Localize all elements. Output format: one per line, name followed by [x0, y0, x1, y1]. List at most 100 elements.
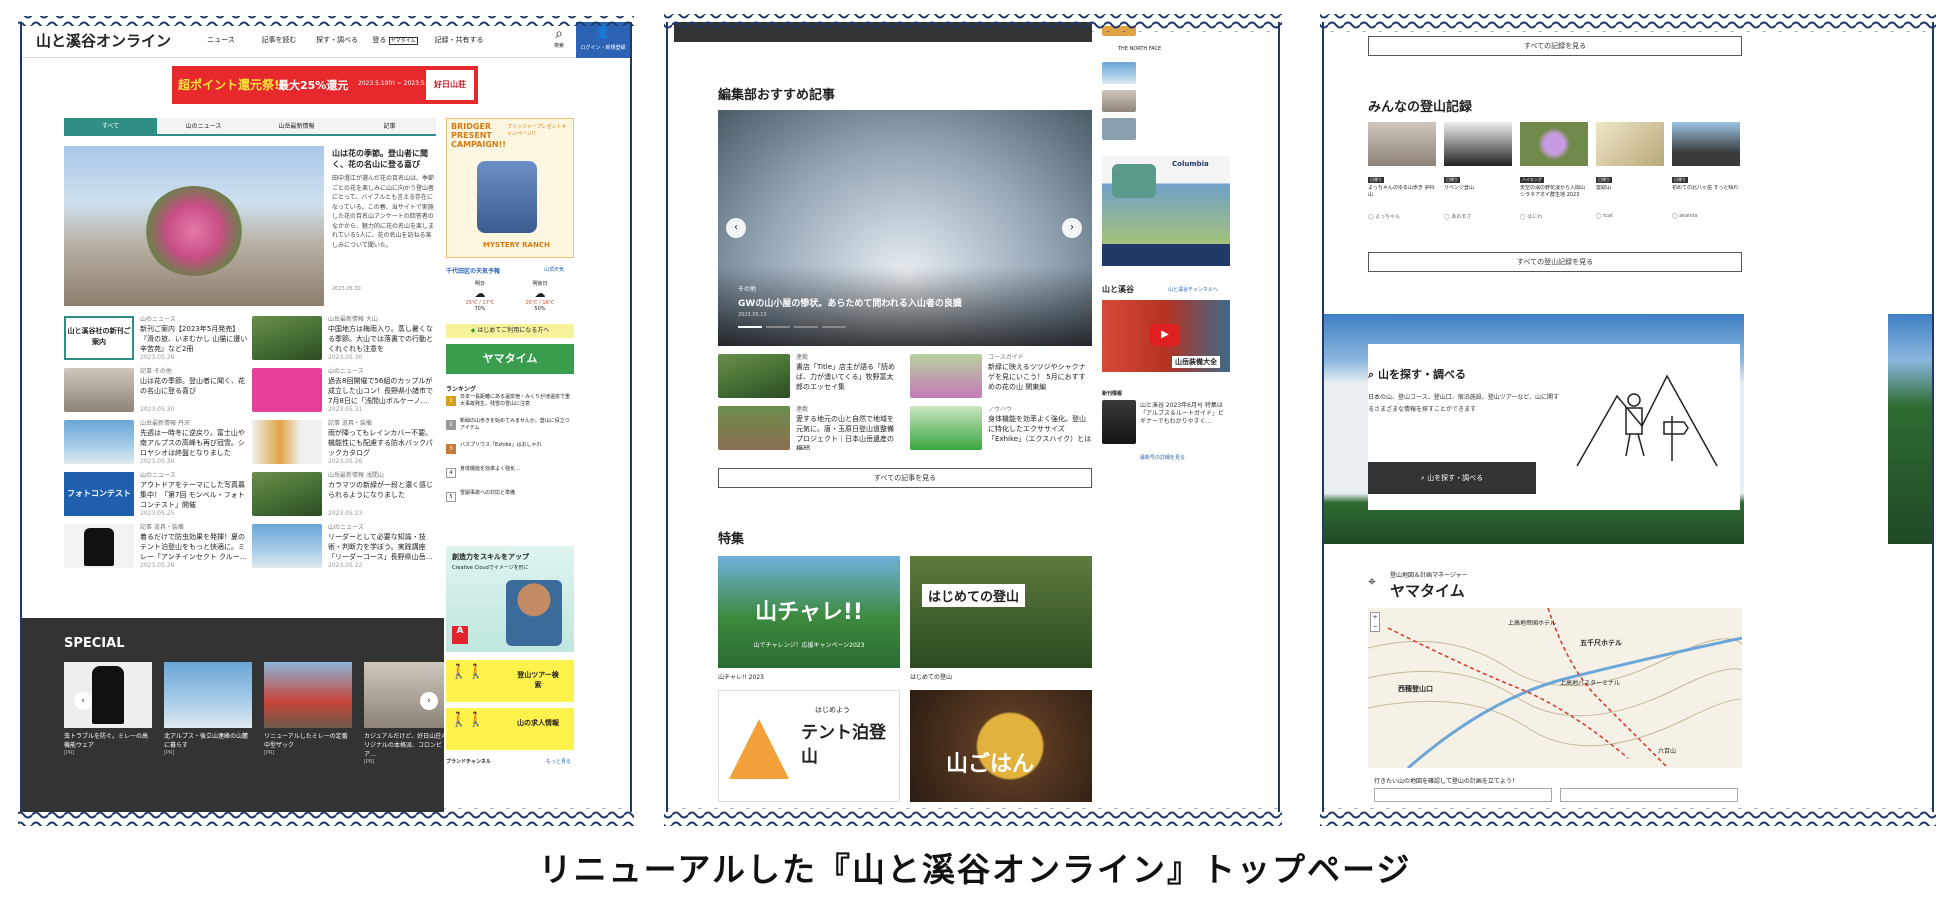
tour-search-banner[interactable]: 🚶🚶 登山ツアー検索 — [446, 660, 574, 702]
ad-thumb[interactable] — [1102, 26, 1136, 36]
hero-title[interactable]: 山は花の季節。登山者に聞く、花の名山に登る喜び — [332, 148, 436, 170]
slide-dot[interactable] — [766, 326, 790, 328]
nav-read[interactable]: 記事を読む — [250, 35, 308, 45]
news-item[interactable]: 記事 道具・装備 着るだけで防虫効果を発揮！夏のテント泊登山をもっと快適に。ミレ… — [64, 524, 249, 572]
hero-prev-button[interactable]: ‹ — [726, 218, 746, 238]
feature-card[interactable]: はじめての登山 はじめての登山 — [910, 556, 1092, 681]
news-item[interactable]: 山岳最新情報 大山 中国地方は梅雨入り。蒸し暑くなる季節。大山では落書での行動と… — [252, 316, 437, 364]
article-item[interactable]: コースガイド 新緑に映えるツツジやシャクナゲを見にいこう！ 5月におすすめの花の… — [910, 354, 1094, 400]
news-item[interactable]: フォトコンテスト 山のニュース アウトドアをテーマにした写真募集中！「第7回 モ… — [64, 472, 249, 520]
record-card[interactable]: ハイキング 天空の湯の野花漢から入間山 シラネアオイ群生地 2023 ◯ はにわ — [1520, 122, 1588, 220]
news-item[interactable]: 記事 その他 山は花の季節。登山者に聞く、花の名山に登る喜び 2023.05.3… — [64, 368, 249, 416]
see-all-articles-button[interactable]: すべての記事を見る — [718, 468, 1092, 488]
nav-news[interactable]: ニュース — [192, 35, 250, 45]
special-card[interactable]: カジュアルだけど、好日山荘オリジナルの本格派、コロンビア… [PR] — [364, 662, 444, 765]
ranking-item[interactable]: 1 日本一長距離にある温泉宿・みくりが池温泉で重大事故発生。残雪の雪山に注意 — [446, 394, 574, 418]
bridger-ad[interactable]: BRIDGER PRESENT CAMPAIGN!! ブリッジャープレゼントキャ… — [446, 118, 574, 258]
special-card[interactable]: リニューアルしたミレーの定番中型ザック [PR] — [264, 662, 352, 756]
topo-map[interactable]: 五千尺ホテル 上高地バスターミナル 西穂登山口 上高地帝国ホテル 六百山 + − — [1368, 608, 1742, 768]
channel-link[interactable]: 山と溪谷チャンネルへ — [1168, 286, 1218, 293]
see-all-records-top-button[interactable]: すべての記録を見る — [1368, 36, 1742, 56]
ranking-title: ランキング — [446, 386, 476, 393]
tab-all[interactable]: すべて — [64, 118, 157, 134]
map-select-1[interactable] — [1374, 788, 1552, 802]
magazine-cover[interactable] — [1102, 400, 1136, 444]
news-category: 山岳最新情報 大山 — [328, 316, 378, 323]
slide-dot[interactable] — [822, 326, 846, 328]
books-link[interactable]: 最新号の詳細を見る — [1140, 454, 1185, 461]
special-card[interactable]: 北アルプス・後立山連峰の山麓に暮らす [PR] — [164, 662, 252, 756]
youtube-video[interactable]: ▶ 山岳装備大全 — [1102, 300, 1230, 372]
record-user: ◯ akanda — [1672, 213, 1740, 219]
job-banner[interactable]: 🚶🚶 山の求人情報 — [446, 708, 574, 750]
mountain-search-button[interactable]: ⌕ 山を探す・調べる — [1368, 462, 1536, 494]
news-thumb — [252, 368, 322, 412]
hero-next-button[interactable]: › — [1062, 218, 1082, 238]
news-title: 中国地方は梅雨入り。蒸し暑くなる季節。大山では落書での行動とくれぐれも注意を — [328, 325, 433, 353]
record-card[interactable]: 日帰り 初めての北八ヶ岳 すっと晴れ ◯ akanda — [1672, 122, 1740, 219]
news-item[interactable]: 山のニュース 過去8回開催で56組のカップルが成立した山コン！長野県小諸市で7月… — [252, 368, 437, 416]
record-card[interactable]: 日帰り リベンジ登山 ◯ あおまさ — [1444, 122, 1512, 220]
carousel-next-button[interactable]: › — [420, 692, 438, 710]
nav-search[interactable]: 探す・調べる — [308, 35, 366, 45]
nav-record[interactable]: 記録・共有する — [424, 35, 494, 45]
search-button[interactable]: ⌕ 検索 — [544, 26, 574, 49]
news-item[interactable]: 山と溪谷社の新刊ご案内 山のニュース 新刊ご案内【2023年5月発売】『滑の旅、… — [64, 316, 249, 364]
feature-thumb: 山チャレ!! 山でチャレンジ！応援キャンペーン2023 — [718, 556, 900, 668]
map-select-2[interactable] — [1560, 788, 1738, 802]
feature-card[interactable]: 山チャレ!! 山でチャレンジ！応援キャンペーン2023 山チャレ!! 2023 — [718, 556, 900, 681]
tab-mountain-news[interactable]: 山のニュース — [157, 118, 250, 134]
ranking-item[interactable]: 2 新緑の山歩きを始めてみませんか。登山に役立つアイテム — [446, 418, 574, 442]
map-label: 上高地バスターミナル — [1560, 680, 1621, 687]
tab-articles[interactable]: 記事 — [343, 118, 436, 134]
news-category: 山岳最新情報 丹沢 — [140, 420, 190, 427]
news-category: 山のニュース — [328, 524, 364, 531]
news-thumb: フォトコンテスト — [64, 472, 134, 516]
brand-item[interactable] — [1102, 118, 1136, 140]
feature-card[interactable]: 山ごはん — [910, 690, 1092, 802]
brand-item[interactable] — [1102, 62, 1136, 84]
news-date: 2023.05.31 — [328, 406, 363, 413]
editor-hero[interactable]: その他 GWの山小屋の惨状。あらためて問われる入山者の良識 2023.05.13… — [718, 110, 1092, 346]
point-campaign-banner[interactable]: 超ポイント還元祭!! 最大25%還元 2023.5.19fri ~ 2023.5… — [172, 66, 478, 104]
slide-dot-active[interactable] — [738, 326, 762, 328]
brand-item[interactable] — [1102, 90, 1136, 112]
beginner-link[interactable]: ◆ はじめてご利用になる方へ — [446, 324, 574, 338]
see-all-records-button[interactable]: すべての登山記録を見る — [1368, 252, 1742, 272]
hero-date: 2023.05.30 — [332, 286, 361, 292]
records-title: みんなの登山記録 — [1368, 100, 1473, 115]
news-item[interactable]: 記事 道具・装備 雨が降ってもレインカバー不要。機能性にも配慮する防水バックパッ… — [252, 420, 437, 468]
news-item[interactable]: 山のニュース リーダーとして必要な知識・技術・判断力を学ぼう。実践講座「リーダー… — [252, 524, 437, 572]
record-thumb — [1520, 122, 1588, 166]
feature-card[interactable]: はじめよう テント泊登山 — [718, 690, 900, 802]
record-card[interactable]: 日帰り 雲取山 ◯ tcat — [1596, 122, 1664, 219]
article-item[interactable]: ノウハウ 身体機能を効率よく強化。登山に特化したエクササイズ「Exhike」（エ… — [910, 406, 1094, 452]
news-item[interactable]: 山岳最新情報 丹沢 先週は一時冬に逆戻り。富士山や南アルプスの高峰も再び冠雪。シ… — [64, 420, 249, 468]
special-card[interactable]: 虫トラブルを防ぐ。ミレーの高機能ウェア [PR] — [64, 662, 152, 756]
record-card[interactable]: 日帰り よっちゃんのゆる山歩き 夢科山 ◯ よっちゃん — [1368, 122, 1436, 220]
login-button[interactable]: 👤 ログイン・新規登録 — [576, 22, 630, 58]
yamatime-banner[interactable]: ヤマタイム — [446, 344, 574, 374]
map-label: 六百山 — [1658, 748, 1677, 755]
hero-image[interactable] — [64, 146, 324, 306]
tab-latest-info[interactable]: 山岳最新情報 — [250, 118, 343, 134]
mountain-search-button-label: 山を探す・調べる — [1427, 474, 1484, 482]
ranking-item[interactable]: 5 雪崩事故への対応と準備 — [446, 490, 574, 514]
site-logo[interactable]: 山と溪谷オンライン — [36, 30, 171, 51]
creative-ad[interactable]: 創造力をスキルをアップ Creative Cloudでイメージを形に A — [446, 546, 574, 652]
pr-tag: [PR] — [64, 750, 75, 756]
beginner-icon: ◆ — [470, 327, 476, 334]
slide-dot[interactable] — [794, 326, 818, 328]
weather-link[interactable]: 山頂天気 — [544, 266, 564, 273]
article-item[interactable]: 連載 愛する地元の山と自然で地域を元気に。唐・玉原日登山道整備プロジェクト｜日本… — [718, 406, 902, 452]
brand-more-link[interactable]: もっと見る — [546, 758, 571, 765]
article-item[interactable]: 連載 書店「Title」店主が語る「読めば、力が湧いてくる」牧野富太郎のエッセイ… — [718, 354, 902, 400]
nav-climb[interactable]: 登る ヤマタイム — [366, 35, 424, 45]
ranking-item[interactable]: 3 バスプリウス「Exhike」はおしゃれ — [446, 442, 574, 466]
carousel-prev-button[interactable]: ‹ — [74, 692, 92, 710]
columbia-ad[interactable]: Columbia — [1102, 156, 1230, 266]
news-item[interactable]: 山岳最新情報 浅間山 カラマツの新緑が一段と濃く感じられるようになりました 20… — [252, 472, 437, 520]
ranking-item[interactable]: 4 身体機能を効率よく強化… — [446, 466, 574, 490]
record-user: ◯ tcat — [1596, 213, 1664, 219]
zoom-controls[interactable]: + − — [1370, 612, 1380, 632]
